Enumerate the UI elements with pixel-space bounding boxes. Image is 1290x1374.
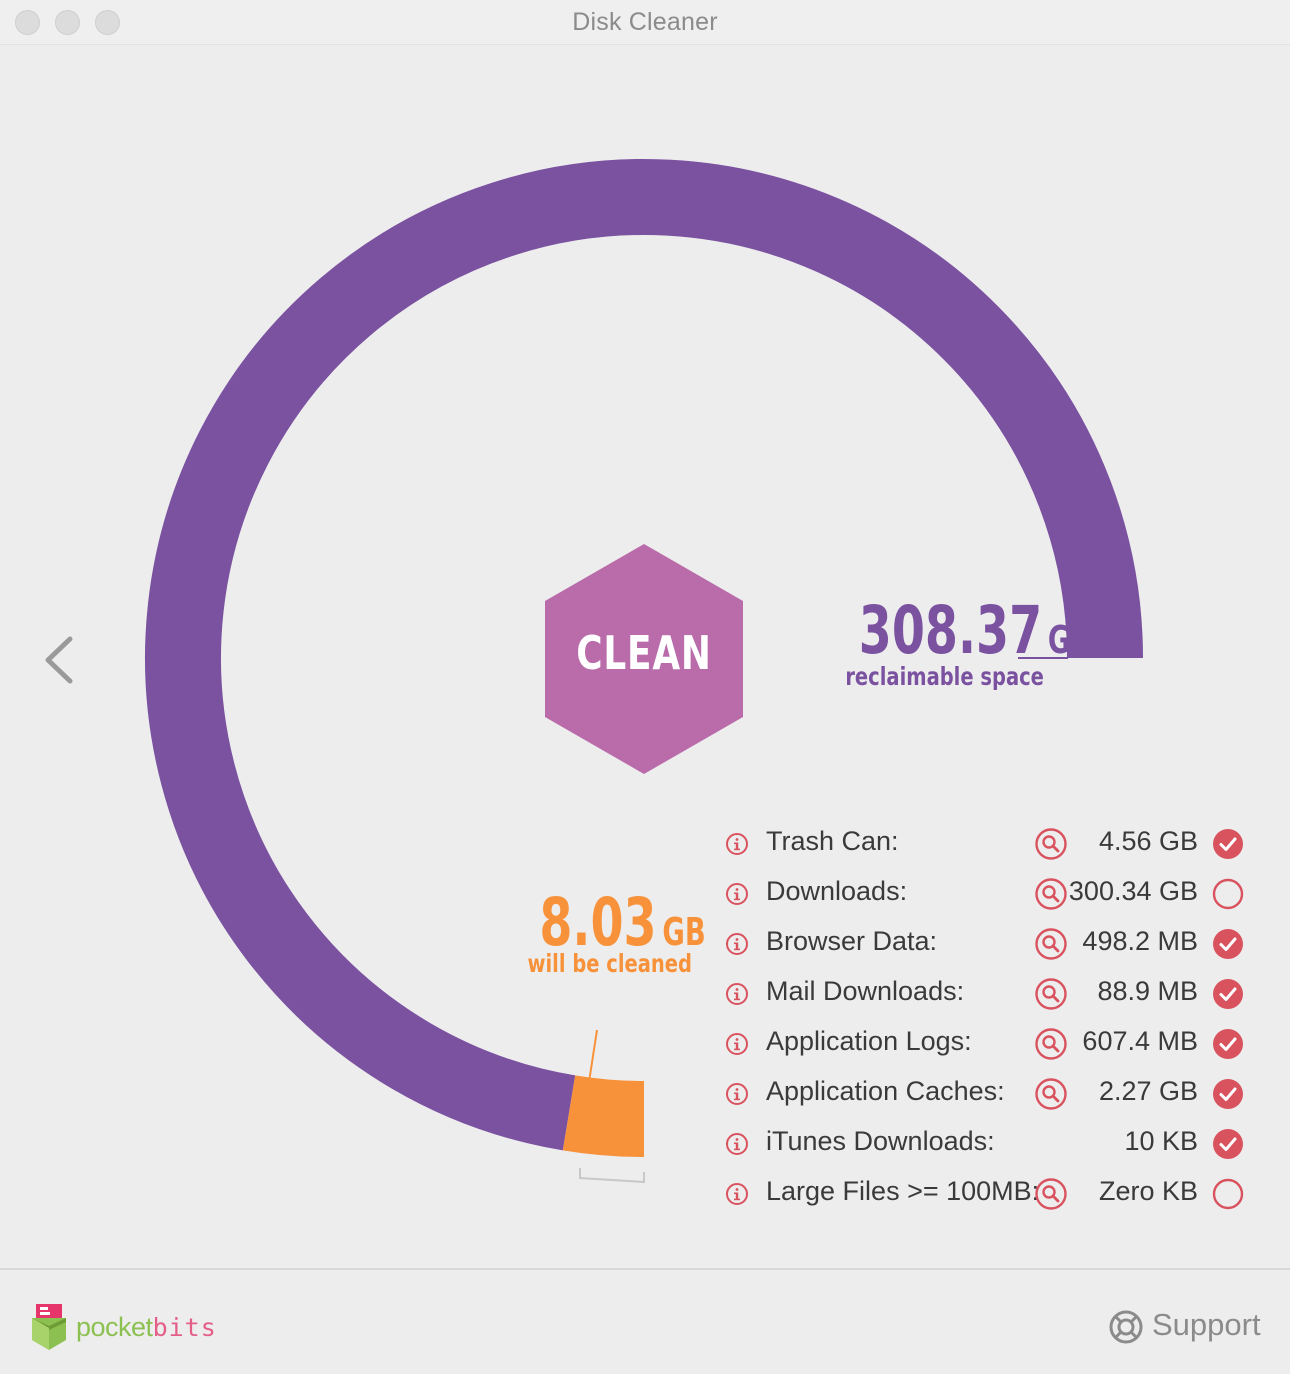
reclaimable-caption: reclaimable space xyxy=(845,662,1044,691)
list-item-label: Large Files >= 100MB: xyxy=(766,1176,1040,1206)
list-item-size: 88.9 MB xyxy=(1097,976,1198,1006)
list-item: Trash Can: 4.56 GB xyxy=(720,818,1260,868)
info-icon[interactable] xyxy=(725,1032,749,1056)
info-icon[interactable] xyxy=(725,1182,749,1206)
list-item-label: Application Caches: xyxy=(766,1076,1005,1106)
list-item: iTunes Downloads: 10 KB xyxy=(720,1118,1260,1168)
check-circle-icon[interactable] xyxy=(1212,928,1244,960)
list-item: Application Caches: 2.27 GB xyxy=(720,1068,1260,1118)
brand-name: pocketbits xyxy=(76,1312,217,1343)
check-circle-icon[interactable] xyxy=(1212,978,1244,1010)
list-item: Browser Data: 498.2 MB xyxy=(720,918,1260,968)
info-icon[interactable] xyxy=(725,832,749,856)
info-icon[interactable] xyxy=(725,982,749,1006)
support-button[interactable]: Support xyxy=(1108,1305,1268,1349)
list-item-label: Browser Data: xyxy=(766,926,938,956)
list-item: Application Logs: 607.4 MB xyxy=(720,1018,1260,1068)
check-circle-icon[interactable] xyxy=(1212,828,1244,860)
footer-divider xyxy=(0,1268,1290,1270)
check-circle-icon[interactable] xyxy=(1212,1078,1244,1110)
info-icon[interactable] xyxy=(725,1082,749,1106)
info-icon[interactable] xyxy=(725,882,749,906)
empty-circle-icon[interactable] xyxy=(1212,878,1244,910)
list-item-label: Downloads: xyxy=(766,876,908,906)
list-item-size: 300.34 GB xyxy=(1068,876,1198,906)
clean-bracket xyxy=(579,1168,645,1184)
check-circle-icon[interactable] xyxy=(1212,1128,1244,1160)
clean-unit: GB xyxy=(662,910,706,954)
list-item-label: Mail Downloads: xyxy=(766,976,965,1006)
list-item-label: iTunes Downloads: xyxy=(766,1126,995,1156)
lifebuoy-icon xyxy=(1109,1310,1143,1344)
list-item: Downloads: 300.34 GB xyxy=(720,868,1260,918)
brand-part-pocket: pocket xyxy=(76,1312,153,1342)
info-icon[interactable] xyxy=(725,932,749,956)
back-chevron-icon[interactable] xyxy=(40,633,80,687)
list-item-size: 2.27 GB xyxy=(1098,1076,1198,1106)
list-item-size: Zero KB xyxy=(1098,1176,1198,1206)
empty-circle-icon[interactable] xyxy=(1212,1178,1244,1210)
list-item-size: 607.4 MB xyxy=(1082,1026,1198,1056)
clean-leader-line xyxy=(588,1029,598,1083)
list-item-label: Trash Can: xyxy=(766,826,899,856)
clean-button-label[interactable]: CLEAN xyxy=(565,626,723,680)
reclaimable-amount: 308.37 GB xyxy=(859,592,1091,669)
list-item: Mail Downloads: 88.9 MB xyxy=(720,968,1260,1018)
list-item: Large Files >= 100MB: Zero KB xyxy=(720,1168,1260,1218)
reclaimable-value: 308.37 xyxy=(858,592,1043,669)
clean-caption: will be cleaned xyxy=(527,949,692,978)
check-circle-icon[interactable] xyxy=(1212,1028,1244,1060)
reclaimable-unit: GB xyxy=(1047,618,1092,662)
clean-arc xyxy=(562,1075,645,1157)
list-item-size: 4.56 GB xyxy=(1098,826,1198,856)
info-icon[interactable] xyxy=(725,1132,749,1156)
list-item-label: Application Logs: xyxy=(766,1026,972,1056)
list-item-size: 10 KB xyxy=(1124,1126,1198,1156)
list-item-size: 498.2 MB xyxy=(1082,926,1198,956)
brand-part-bits: bits xyxy=(152,1313,217,1342)
support-label: Support xyxy=(1152,1307,1261,1342)
